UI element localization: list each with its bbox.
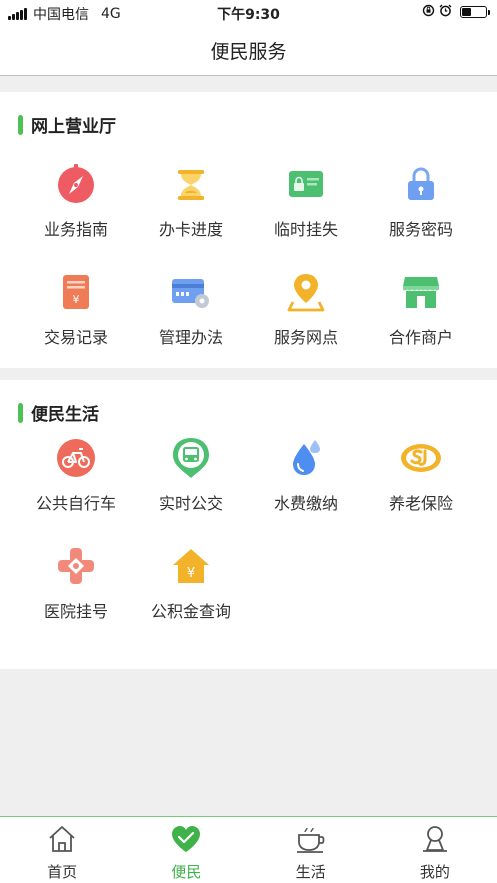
page-title: 便民服务: [210, 41, 287, 63]
tab-convenience[interactable]: 便民: [124, 817, 248, 883]
service-label: 公共自行车: [35, 494, 116, 513]
section-accent-bar: [18, 114, 23, 135]
user-icon: [373, 823, 497, 855]
section-accent-bar: [18, 402, 23, 423]
section-header: 便民生活: [18, 400, 99, 425]
home-icon: [0, 823, 124, 855]
housing-fund-icon: ¥: [169, 544, 213, 588]
service-merchants[interactable]: 合作商户: [359, 270, 483, 348]
service-outlets[interactable]: 服务网点: [244, 270, 368, 348]
service-label: 合作商户: [388, 328, 453, 347]
service-label: 服务网点: [273, 328, 338, 347]
compass-icon: [54, 162, 98, 206]
service-business-guide[interactable]: 业务指南: [14, 162, 138, 240]
nav-bar: 便民服务: [0, 26, 497, 76]
water-drop-icon: [284, 436, 328, 480]
service-label: 养老保险: [388, 494, 453, 513]
service-label: 医院挂号: [43, 602, 108, 621]
service-transactions[interactable]: ¥ 交易记录: [14, 270, 138, 348]
padlock-icon: [399, 162, 443, 206]
tab-home[interactable]: 首页: [0, 817, 124, 883]
bus-icon: [169, 436, 213, 480]
status-bar: 中国电信 4G 下午9:30: [0, 0, 497, 26]
card-gear-icon: [169, 270, 213, 314]
service-label: 服务密码: [388, 220, 453, 239]
convenience-life-section: 便民生活 公共自行车 实时公交 水费缴纳 养老保险 医院挂号 ¥ 公积金查询: [0, 380, 497, 669]
service-pension-insurance[interactable]: 养老保险: [359, 436, 483, 514]
medical-cross-icon: [54, 544, 98, 588]
receipt-icon: ¥: [54, 270, 98, 314]
social-insurance-icon: [399, 436, 443, 480]
service-label: 水费缴纳: [273, 494, 338, 513]
service-regulations[interactable]: 管理办法: [129, 270, 253, 348]
service-label: 临时挂失: [273, 220, 338, 239]
online-hall-section: 网上营业厅 业务指南 办卡进度 临时挂失 服务密码 ¥ 交易记录 管理办法 服务…: [0, 92, 497, 368]
service-realtime-bus[interactable]: 实时公交: [129, 436, 253, 514]
service-label: 办卡进度: [158, 220, 223, 239]
service-label: 业务指南: [43, 220, 108, 239]
coffee-cup-icon: [249, 823, 373, 855]
tab-life[interactable]: 生活: [249, 817, 373, 883]
tab-label: 生活: [295, 863, 326, 881]
alarm-icon: [439, 4, 452, 20]
service-hospital-booking[interactable]: 医院挂号: [14, 544, 138, 622]
service-water-bill[interactable]: 水费缴纳: [244, 436, 368, 514]
tab-label: 首页: [47, 863, 78, 881]
tab-mine[interactable]: 我的: [373, 817, 497, 883]
section-title: 网上营业厅: [31, 117, 116, 137]
card-lock-icon: [284, 162, 328, 206]
storefront-icon: [399, 270, 443, 314]
section-header: 网上营业厅: [18, 112, 116, 137]
bottom-tab-bar: 首页 便民 生活 我的: [0, 816, 497, 883]
heart-icon: [124, 823, 248, 855]
service-housing-fund[interactable]: ¥ 公积金查询: [129, 544, 253, 622]
status-right: [422, 4, 490, 20]
service-label: 交易记录: [43, 328, 108, 347]
service-report-loss[interactable]: 临时挂失: [244, 162, 368, 240]
hourglass-icon: [169, 162, 213, 206]
bicycle-icon: [54, 436, 98, 480]
battery-icon: [460, 6, 490, 18]
service-label: 公积金查询: [150, 602, 231, 621]
service-card-progress[interactable]: 办卡进度: [129, 162, 253, 240]
tab-label: 我的: [419, 863, 450, 881]
svg-text:¥: ¥: [187, 566, 195, 581]
service-password[interactable]: 服务密码: [359, 162, 483, 240]
service-public-bike[interactable]: 公共自行车: [14, 436, 138, 514]
service-label: 实时公交: [158, 494, 223, 513]
svg-text:¥: ¥: [73, 293, 80, 306]
map-pin-icon: [284, 270, 328, 314]
section-title: 便民生活: [31, 405, 99, 425]
service-label: 管理办法: [158, 328, 223, 347]
tab-label: 便民: [171, 863, 202, 881]
orientation-lock-icon: [422, 4, 435, 20]
